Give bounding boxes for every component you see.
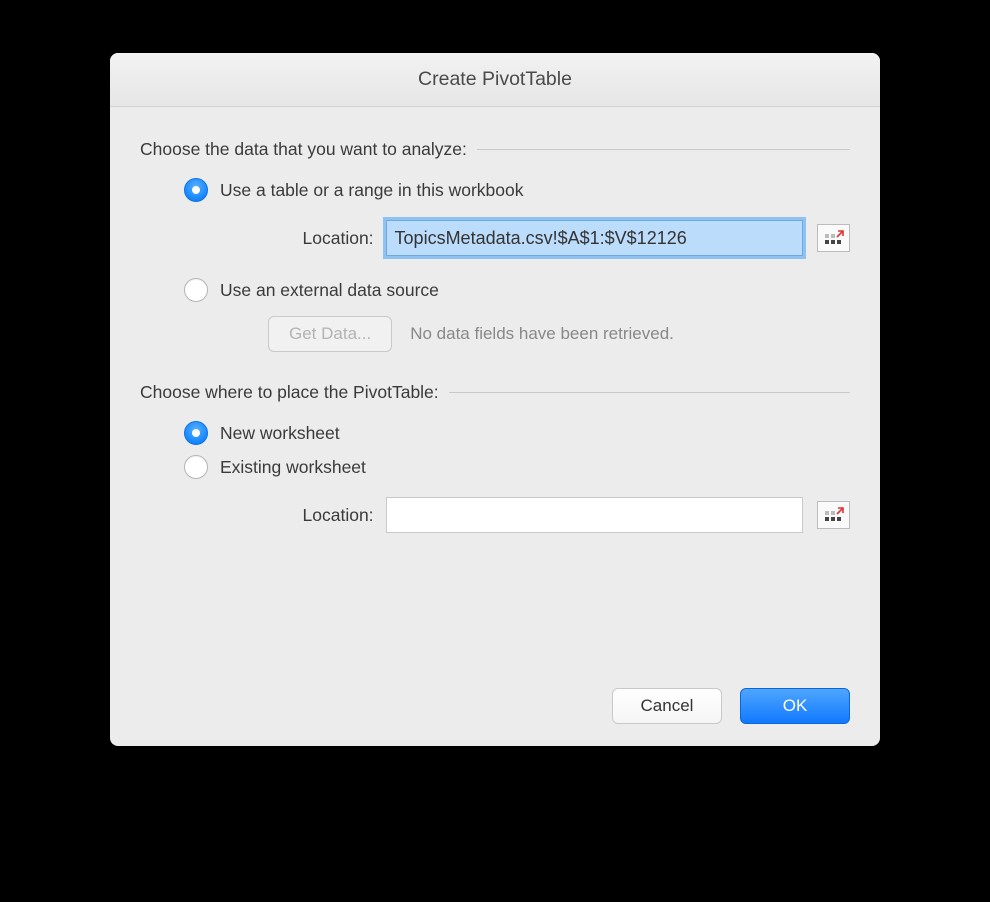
location-field-row-source: Location: TopicsMetadata.csv!$A$1:$V$121… <box>250 220 850 256</box>
location-label: Location: <box>250 505 374 526</box>
radio-option-existing-worksheet[interactable]: Existing worksheet <box>184 455 850 479</box>
destination-location-input[interactable] <box>386 497 804 533</box>
radio-icon <box>184 278 208 302</box>
cancel-button[interactable]: Cancel <box>612 688 722 724</box>
dialog-footer-buttons: Cancel OK <box>612 688 850 724</box>
dialog-content: Choose the data that you want to analyze… <box>110 107 880 575</box>
divider-line <box>449 392 850 393</box>
radio-icon <box>184 421 208 445</box>
source-location-value: TopicsMetadata.csv!$A$1:$V$12126 <box>395 228 795 249</box>
radio-option-external-source[interactable]: Use an external data source <box>184 278 850 302</box>
radio-icon <box>184 178 208 202</box>
location-field-row-destination: Location: <box>250 497 850 533</box>
radio-option-table-range[interactable]: Use a table or a range in this workbook <box>184 178 850 202</box>
get-data-row: Get Data... No data fields have been ret… <box>268 316 850 352</box>
radio-option-new-worksheet[interactable]: New worksheet <box>184 421 850 445</box>
section-heading-data-source: Choose the data that you want to analyze… <box>140 139 850 160</box>
section-heading-destination: Choose where to place the PivotTable: <box>140 382 850 403</box>
radio-label: Existing worksheet <box>220 457 366 478</box>
range-select-icon <box>823 506 845 524</box>
radio-label: Use a table or a range in this workbook <box>220 180 524 201</box>
section-heading-label: Choose where to place the PivotTable: <box>140 382 439 403</box>
location-label: Location: <box>250 228 374 249</box>
collapse-dialog-button-source[interactable] <box>817 224 850 252</box>
get-data-button[interactable]: Get Data... <box>268 316 392 352</box>
get-data-hint: No data fields have been retrieved. <box>410 324 674 344</box>
divider-line <box>477 149 850 150</box>
section-heading-label: Choose the data that you want to analyze… <box>140 139 467 160</box>
ok-button[interactable]: OK <box>740 688 850 724</box>
create-pivottable-dialog: Create PivotTable Choose the data that y… <box>110 53 880 746</box>
dialog-title: Create PivotTable <box>110 53 880 107</box>
radio-label: Use an external data source <box>220 280 439 301</box>
source-location-input[interactable]: TopicsMetadata.csv!$A$1:$V$12126 <box>386 220 804 256</box>
range-select-icon <box>823 229 845 247</box>
collapse-dialog-button-destination[interactable] <box>817 501 850 529</box>
radio-label: New worksheet <box>220 423 340 444</box>
radio-icon <box>184 455 208 479</box>
